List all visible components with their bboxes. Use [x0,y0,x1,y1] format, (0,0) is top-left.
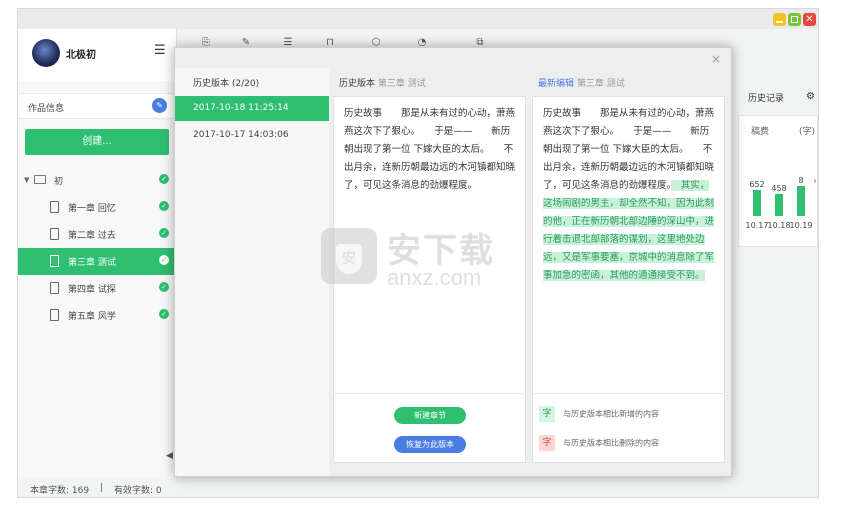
deleted-swatch: 字 [539,435,555,451]
tree-root[interactable]: ▼ 初 ✓ [18,167,176,194]
work-info-label: 作品信息 [28,104,65,114]
history-version-text: 历史故事 那是从未有过的心动，萧燕燕这次下了狠心。 于是—— 新历朝出现了第一位… [344,108,516,191]
shield-icon: 安 [336,244,362,274]
caret-down-icon[interactable]: ▼ [24,176,29,184]
chapter-label: 第五章 风学 [68,312,116,322]
latest-text-added: 其实，这场闹剧的男主，却全然不知，因为此刻的他，正在新历朝北部边陲的深山中，进行… [543,180,715,281]
stats-unit: (字) [799,127,816,137]
check-icon: ✓ [159,309,169,319]
check-icon: ✓ [159,255,169,265]
right-panel: 历史记录 ⚙ 稿费 (字) 652 10.17 458 10.18 8 10.19 › [738,91,818,249]
watermark-en: anxz.com [387,265,482,290]
close-window-button[interactable]: ✕ [803,13,816,26]
chapter-char-count: 本章字数: 169 [30,486,90,496]
document-icon [50,201,59,213]
maximize-button[interactable] [788,13,801,26]
stats-bar-value: 8 [798,176,803,185]
valid-char-count: 有效字数: 0 [114,486,162,496]
history-header: 历史版本 (2/20) [193,79,260,89]
avatar[interactable] [32,39,60,67]
history-dialog: × 历史版本 (2/20) 2017-10-18 11:25:14 2017-1… [174,47,732,477]
collapse-sidebar-icon[interactable]: ◀ [166,451,173,461]
stats-bar-chart: 652 10.17 458 10.18 8 10.19 › [746,176,817,230]
latest-version-panel: 历史故事 那是从未有过的心动，萧燕燕这次下了狠心。 于是—— 新历朝出现了第一位… [532,96,725,463]
divider [334,393,525,394]
title-bar: ✕ [18,9,818,29]
document-icon [50,255,59,267]
document-icon [50,309,59,321]
legend-added: 字与历史版本相比新增的内容 [539,406,659,422]
stats-bar-value: 652 [749,180,764,189]
stats-bar [775,194,783,216]
history-item[interactable]: 2017-10-17 14:03:06 [175,123,329,148]
stats-category-label: 10.18 [768,221,791,230]
tree-chapter[interactable]: 第四章 试探 ✓ [18,275,176,302]
check-icon: ✓ [159,201,169,211]
history-list-panel: 历史版本 (2/20) 2017-10-18 11:25:14 2017-10-… [175,68,329,476]
dialog-close-icon[interactable]: × [711,52,721,66]
added-swatch: 字 [539,406,555,422]
sidebar: 北极初 ☰ 作品信息 ✎ 创建... ▼ 初 ✓ 第一章 回忆 ✓ 第二章 过去 [18,29,177,497]
chapter-label: 第四章 试探 [68,285,116,295]
tree-chapter[interactable]: 第一章 回忆 ✓ [18,194,176,221]
latest-column-title: 最新编辑 [538,79,575,89]
new-chapter-button[interactable]: 新建章节 [394,407,466,424]
divider [533,393,724,394]
gear-icon[interactable]: ⚙ [806,91,815,102]
chapter-tree: ▼ 初 ✓ 第一章 回忆 ✓ 第二章 过去 ✓ 第三章 测试 ✓ 第四章 试探 … [18,167,176,329]
tab-history[interactable]: 历史记录 [748,91,784,104]
tree-chapter[interactable]: 第二章 过去 ✓ [18,221,176,248]
site-watermark: 安 安下载 anxz.com [321,223,531,293]
history-column-subtitle: 第三章 测试 [377,79,426,89]
user-header: 北极初 ☰ [18,29,176,81]
chapter-label: 第一章 回忆 [68,204,116,214]
check-icon: ✓ [159,282,169,292]
username: 北极初 [66,50,96,61]
chapter-label: 第三章 测试 [68,258,116,268]
status-separator: | [100,483,104,493]
legend-deleted-label: 与历史版本相比删除的内容 [563,438,659,448]
latest-text-unchanged: 历史故事 那是从未有过的心动，萧燕燕这次下了狠心。 于是—— 新历朝出现了第一位… [543,108,715,191]
legend-deleted: 字与历史版本相比删除的内容 [539,435,659,451]
tree-chapter[interactable]: 第五章 风学 ✓ [18,302,176,329]
chevron-right-icon[interactable]: › [813,176,817,187]
stats-title: 稿费 [751,127,770,137]
history-column-header: 历史版本 第三章 测试 [339,76,426,89]
watermark-logo: 安 [321,228,377,284]
stats-bar [753,190,761,216]
document-icon [50,228,59,240]
latest-version-text: 历史故事 那是从未有过的心动，萧燕燕这次下了狠心。 于是—— 新历朝出现了第一位… [543,105,715,285]
folder-icon [34,175,46,184]
edit-icon[interactable]: ✎ [152,98,167,113]
tree-chapter-active[interactable]: 第三章 测试 ✓ [18,248,176,275]
document-icon [50,282,59,294]
chapter-label: 第二章 过去 [68,231,116,241]
hamburger-menu-icon[interactable]: ☰ [154,43,166,58]
stats-category-label: 10.19 [790,221,813,230]
history-column-title: 历史版本 [339,79,376,89]
stats-bar [797,186,805,216]
status-bar: 本章字数: 169 | 有效字数: 0 [18,479,818,497]
work-info-row[interactable]: 作品信息 ✎ [18,93,176,119]
check-icon: ✓ [159,174,169,184]
latest-column-subtitle: 第三章 测试 [576,79,625,89]
history-item-active[interactable]: 2017-10-18 11:25:14 [175,96,329,121]
legend-added-label: 与历史版本相比新增的内容 [563,409,659,419]
stats-category-label: 10.17 [746,221,769,230]
minimize-button[interactable] [773,13,786,26]
create-button[interactable]: 创建... [25,129,169,155]
latest-column-header: 最新编辑 第三章 测试 [538,76,625,89]
tree-root-label: 初 [54,177,64,187]
restore-version-button[interactable]: 恢复为此版本 [394,436,466,453]
stats-card: 稿费 (字) 652 10.17 458 10.18 8 10.19 › [738,115,818,247]
stats-bar-value: 458 [771,184,786,193]
check-icon: ✓ [159,228,169,238]
